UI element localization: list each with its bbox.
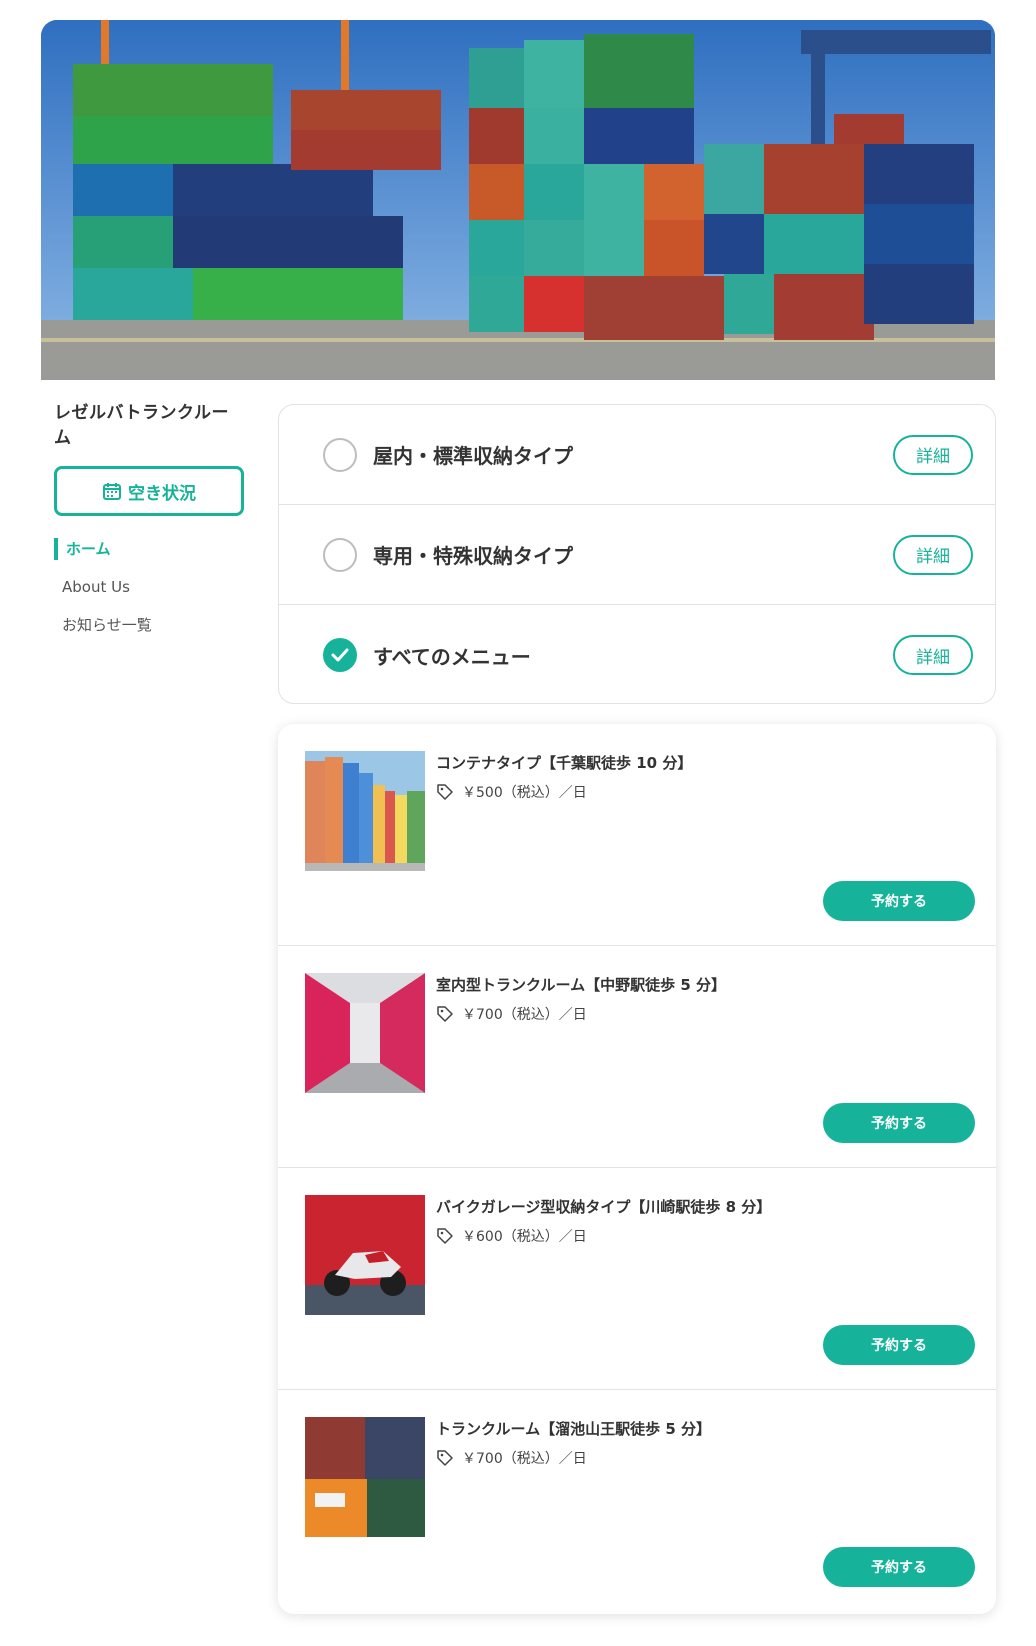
filter-row[interactable]: すべてのメニュー 詳細 <box>279 605 995 703</box>
motorcycle-image <box>305 1195 425 1315</box>
reserve-button[interactable]: 予約する <box>823 881 975 921</box>
indoor-storage-corridor-image <box>305 973 425 1093</box>
sidebar-nav: ホーム About Us お知らせ一覧 <box>54 538 244 636</box>
detail-button[interactable]: 詳細 <box>893 635 973 675</box>
radio-button-checked[interactable] <box>323 638 357 672</box>
list-item: バイクガレージ型収納タイプ【川崎駅徒歩 8 分】 ￥600（税込）／日 予約する <box>278 1168 996 1390</box>
price-tag-icon <box>437 1006 453 1022</box>
nav-item-home[interactable]: ホーム <box>54 538 244 560</box>
detail-button[interactable]: 詳細 <box>893 434 973 475</box>
listing-title[interactable]: 室内型トランクルーム【中野駅徒歩 5 分】 <box>436 974 726 995</box>
listing-thumbnail <box>305 1195 425 1315</box>
reserve-button[interactable]: 予約する <box>823 1103 975 1143</box>
filter-label: 専用・特殊収納タイプ <box>373 544 573 568</box>
filter-row[interactable]: 屋内・標準収納タイプ 詳細 <box>279 405 995 505</box>
radio-button[interactable] <box>323 437 357 472</box>
listing-title[interactable]: バイクガレージ型収納タイプ【川崎駅徒歩 8 分】 <box>436 1196 771 1217</box>
price-tag-icon <box>437 1450 453 1466</box>
listing-price: ￥700（税込）／日 <box>436 1448 587 1468</box>
hero-image <box>41 20 995 380</box>
listing-title[interactable]: コンテナタイプ【千葉駅徒歩 10 分】 <box>436 752 692 773</box>
listing-thumbnail <box>305 751 425 871</box>
category-filter-card: 屋内・標準収納タイプ 詳細 専用・特殊収納タイプ 詳細 すべてのメニュー 詳細 <box>278 404 996 704</box>
detail-button[interactable]: 詳細 <box>893 534 973 575</box>
nav-item-about-us[interactable]: About Us <box>54 576 244 598</box>
listing-title[interactable]: トランクルーム【溜池山王駅徒歩 5 分】 <box>436 1418 711 1439</box>
site-title: レゼルバトランクルーム <box>54 403 229 448</box>
listing-price-text: ￥500（税込）／日 <box>462 785 587 801</box>
listing-card: コンテナタイプ【千葉駅徒歩 10 分】 ￥500（税込）／日 予約する 室内型ト… <box>278 724 996 1614</box>
price-tag-icon <box>437 1228 453 1244</box>
reserve-button[interactable]: 予約する <box>823 1547 975 1587</box>
price-tag-icon <box>437 784 453 800</box>
radio-button[interactable] <box>323 537 357 572</box>
listing-price: ￥600（税込）／日 <box>436 1226 587 1246</box>
list-item: コンテナタイプ【千葉駅徒歩 10 分】 ￥500（税込）／日 予約する <box>278 724 996 946</box>
list-item: 室内型トランクルーム【中野駅徒歩 5 分】 ￥700（税込）／日 予約する <box>278 946 996 1168</box>
checkmark-icon <box>331 648 349 662</box>
filter-label: すべてのメニュー <box>373 644 531 669</box>
availability-button-label: 空き状況 <box>128 483 196 504</box>
reserve-button[interactable]: 予約する <box>823 1325 975 1365</box>
list-item: トランクルーム【溜池山王駅徒歩 5 分】 ￥700（税込）／日 予約する <box>278 1390 996 1612</box>
container-yard-illustration <box>41 20 995 380</box>
listing-price-text: ￥700（税込）／日 <box>462 1451 587 1467</box>
listing-price-text: ￥700（税込）／日 <box>462 1007 587 1023</box>
colorful-containers-image <box>305 751 425 871</box>
nav-item-news[interactable]: お知らせ一覧 <box>54 614 244 636</box>
stacked-containers-image <box>305 1417 425 1537</box>
listing-thumbnail <box>305 973 425 1093</box>
sidebar: レゼルバトランクルーム 空き状況 ホーム About Us お知らせ一覧 <box>54 398 244 652</box>
listing-thumbnail <box>305 1417 425 1537</box>
listing-price: ￥500（税込）／日 <box>436 782 587 802</box>
calendar-icon <box>103 483 121 500</box>
filter-label: 屋内・標準収納タイプ <box>373 444 573 468</box>
listing-price-text: ￥600（税込）／日 <box>462 1229 587 1245</box>
filter-row[interactable]: 専用・特殊収納タイプ 詳細 <box>279 505 995 605</box>
listing-price: ￥700（税込）／日 <box>436 1004 587 1024</box>
availability-button[interactable]: 空き状況 <box>54 466 244 516</box>
